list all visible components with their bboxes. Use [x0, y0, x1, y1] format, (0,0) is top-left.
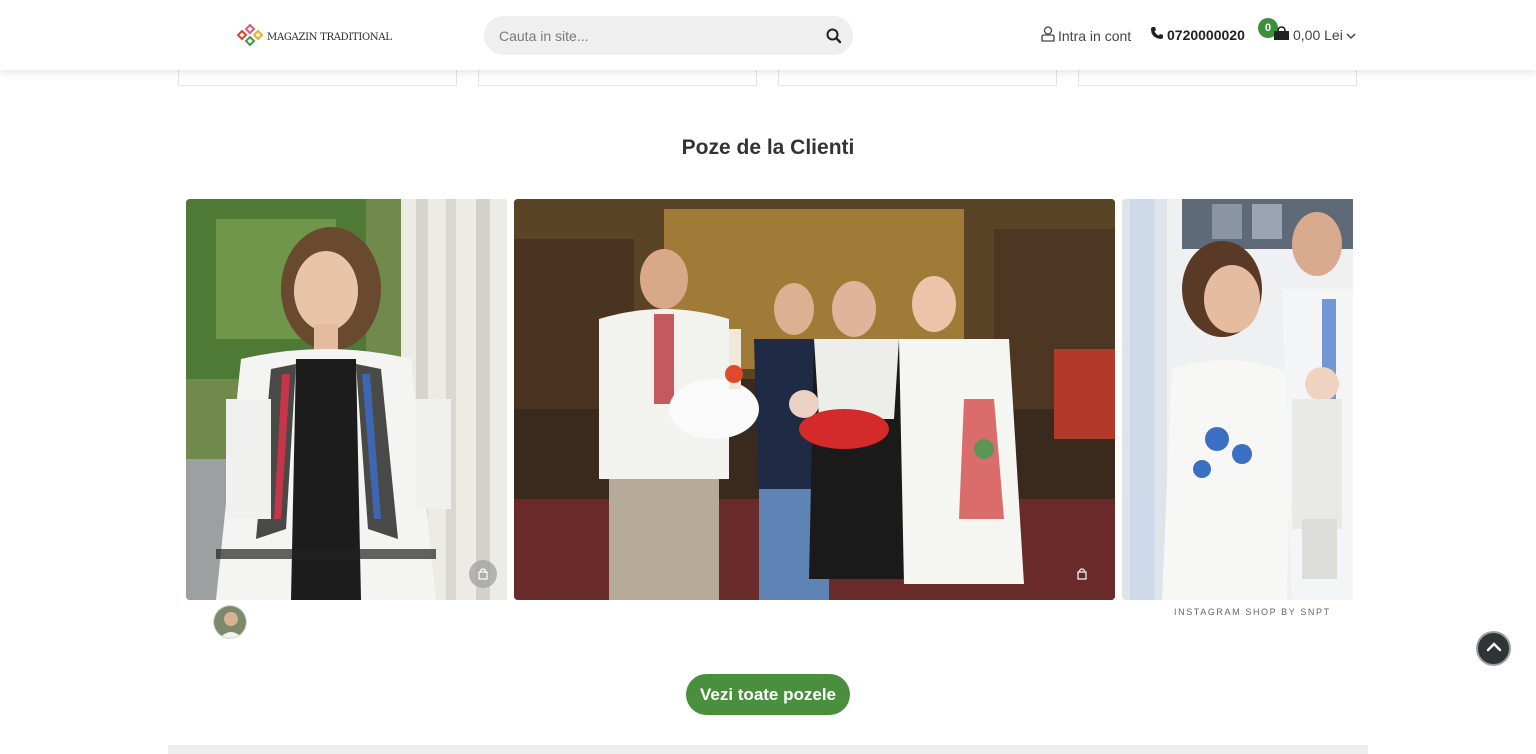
- shopping-bag-icon: [1273, 26, 1290, 44]
- site-logo[interactable]: MAGAZIN TRADITIONAL: [236, 23, 392, 52]
- shopping-bag-icon[interactable]: [1068, 560, 1096, 588]
- shopping-bag-icon[interactable]: [469, 560, 497, 588]
- instagram-credit[interactable]: INSTAGRAM SHOP BY SNPT: [1174, 607, 1331, 617]
- search-bar: [484, 16, 853, 55]
- customer-photo-2[interactable]: [514, 199, 1115, 600]
- view-all-photos-button[interactable]: Vezi toate pozele: [686, 674, 850, 715]
- user-icon: [1041, 26, 1055, 45]
- phone-icon: [1150, 26, 1164, 43]
- phone-link[interactable]: 0720000020: [1150, 26, 1245, 43]
- scroll-to-top-button[interactable]: [1476, 631, 1511, 666]
- customer-photo-3[interactable]: [1122, 199, 1353, 600]
- section-title: Poze de la Clienti: [681, 136, 855, 159]
- customer-photo-1[interactable]: [186, 199, 507, 600]
- phone-number: 0720000020: [1167, 26, 1245, 43]
- account-label: Intra in cont: [1058, 27, 1132, 44]
- cart-button[interactable]: 0,00 Lei: [1273, 26, 1356, 44]
- chevron-down-icon: [1346, 27, 1356, 43]
- site-header: MAGAZIN TRADITIONAL Intra in cont 072000…: [0, 0, 1536, 70]
- chevron-up-icon: [1486, 640, 1502, 658]
- account-link[interactable]: Intra in cont: [1041, 26, 1131, 45]
- logo-text: MAGAZIN TRADITIONAL: [267, 32, 392, 43]
- cart-total: 0,00 Lei: [1293, 27, 1343, 43]
- logo-icon: [236, 23, 264, 52]
- footer-top-strip: [168, 745, 1368, 754]
- search-icon[interactable]: [825, 27, 843, 45]
- search-input[interactable]: [499, 16, 799, 55]
- avatar[interactable]: [213, 605, 247, 639]
